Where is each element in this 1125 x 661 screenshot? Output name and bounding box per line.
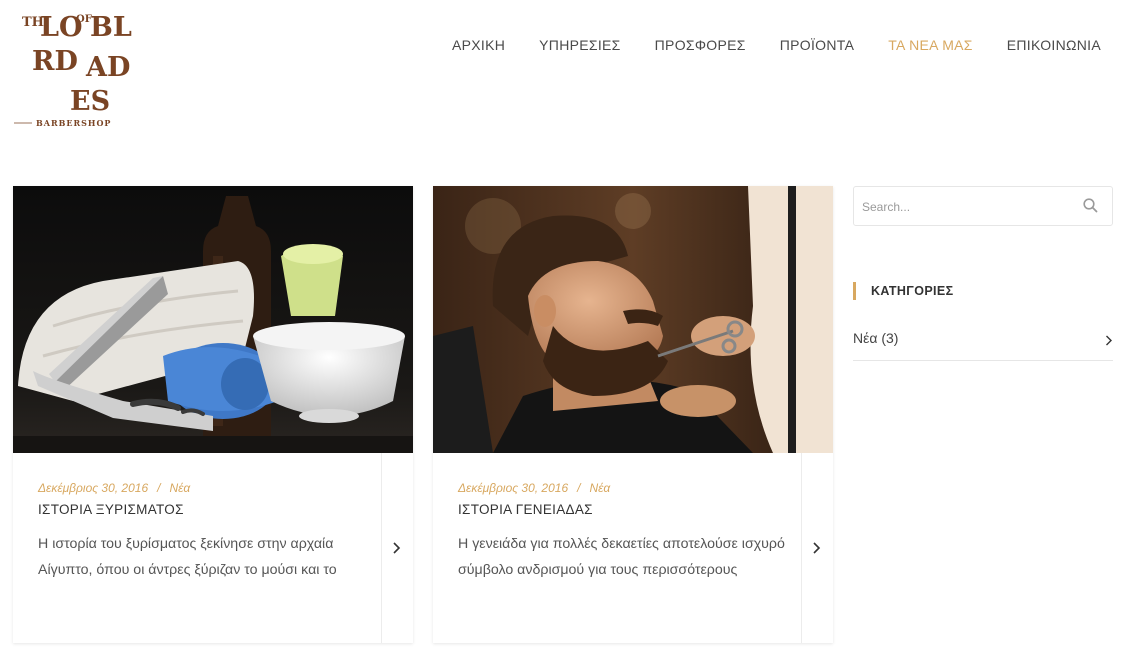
beard-trim-photo xyxy=(433,186,833,453)
post-date[interactable]: Δεκέμβριος 30, 2016 xyxy=(38,481,148,495)
read-more-button[interactable] xyxy=(801,453,833,643)
logo-letters-ad: AD xyxy=(85,52,130,83)
post-excerpt: Η γενειάδα για πολλές δεκαετίες αποτελού… xyxy=(458,536,785,578)
search-box xyxy=(853,186,1113,226)
nav-item-products[interactable]: ΠΡΟΪΟΝΤΑ xyxy=(780,36,854,54)
nav-item-services[interactable]: ΥΠΗΡΕΣΙΕΣ xyxy=(539,36,620,54)
main-nav: ΑΡΧΙΚΗ ΥΠΗΡΕΣΙΕΣ ΠΡΟΣΦΟΡΕΣ ΠΡΟΪΟΝΤΑ ΤΑ Ν… xyxy=(418,36,1101,54)
logo-graphic: TH LO OF BL RD AD ES BARBERSHOP xyxy=(14,12,132,128)
post-meta: Δεκέμβριος 30, 2016 / Νέα xyxy=(38,481,190,495)
search-icon xyxy=(1083,198,1098,213)
logo-letters-bl: BL xyxy=(90,12,132,43)
post-date[interactable]: Δεκέμβριος 30, 2016 xyxy=(458,481,568,495)
nav-item-offers[interactable]: ΠΡΟΣΦΟΡΕΣ xyxy=(655,36,746,54)
chevron-right-icon xyxy=(1106,335,1112,346)
shaving-kit-photo xyxy=(13,186,413,453)
post-thumbnail-beard[interactable] xyxy=(433,186,833,453)
post-title[interactable]: ΙΣΤΟΡΙΑ ΓΕΝΕΙΑΔΑΣ xyxy=(458,502,593,517)
logo-letters-es: ES xyxy=(70,86,110,117)
meta-separator: / xyxy=(577,481,581,495)
nav-item-home[interactable]: ΑΡΧΙΚΗ xyxy=(452,36,505,54)
nav-item-news[interactable]: ΤΑ ΝΕΑ ΜΑΣ xyxy=(888,36,973,54)
search-input[interactable] xyxy=(860,196,1074,218)
category-label: Νέα (3) xyxy=(853,330,899,346)
chevron-right-icon xyxy=(813,542,821,554)
meta-separator: / xyxy=(157,481,161,495)
search-button[interactable] xyxy=(1083,198,1098,218)
blog-post-card: Δεκέμβριος 30, 2016 / Νέα ΙΣΤΟΡΙΑ ΞΥΡΙΣΜΑΤ… xyxy=(13,186,413,643)
nav-item-contact[interactable]: ΕΠΙΚΟΙΝΩΝΙΑ xyxy=(1007,36,1101,54)
blog-post-card: Δεκέμβριος 30, 2016 / Νέα ΙΣΤΟΡΙΑ ΓΕΝΕΙΑΔΑ… xyxy=(433,186,833,643)
category-chevron xyxy=(1105,333,1113,351)
read-more-button[interactable] xyxy=(381,453,413,643)
site-logo[interactable]: TH LO OF BL RD AD ES BARBERSHOP xyxy=(14,4,144,130)
post-category[interactable]: Νέα xyxy=(589,481,610,495)
post-thumbnail-shaving[interactable] xyxy=(13,186,413,453)
chevron-right-icon xyxy=(393,542,401,554)
post-meta: Δεκέμβριος 30, 2016 / Νέα xyxy=(458,481,610,495)
logo-letters-rd: RD xyxy=(32,46,78,77)
post-excerpt: Η ιστορία του ξυρίσματος ξεκίνησε στην α… xyxy=(38,536,337,578)
logo-tagline: BARBERSHOP xyxy=(36,118,111,128)
category-item-news[interactable]: Νέα (3) xyxy=(853,322,1113,361)
post-category[interactable]: Νέα xyxy=(169,481,190,495)
categories-widget-title: ΚΑΤΗΓΟΡΙΕΣ xyxy=(853,282,954,300)
post-title[interactable]: ΙΣΤΟΡΙΑ ΞΥΡΙΣΜΑΤΟΣ xyxy=(38,502,184,517)
